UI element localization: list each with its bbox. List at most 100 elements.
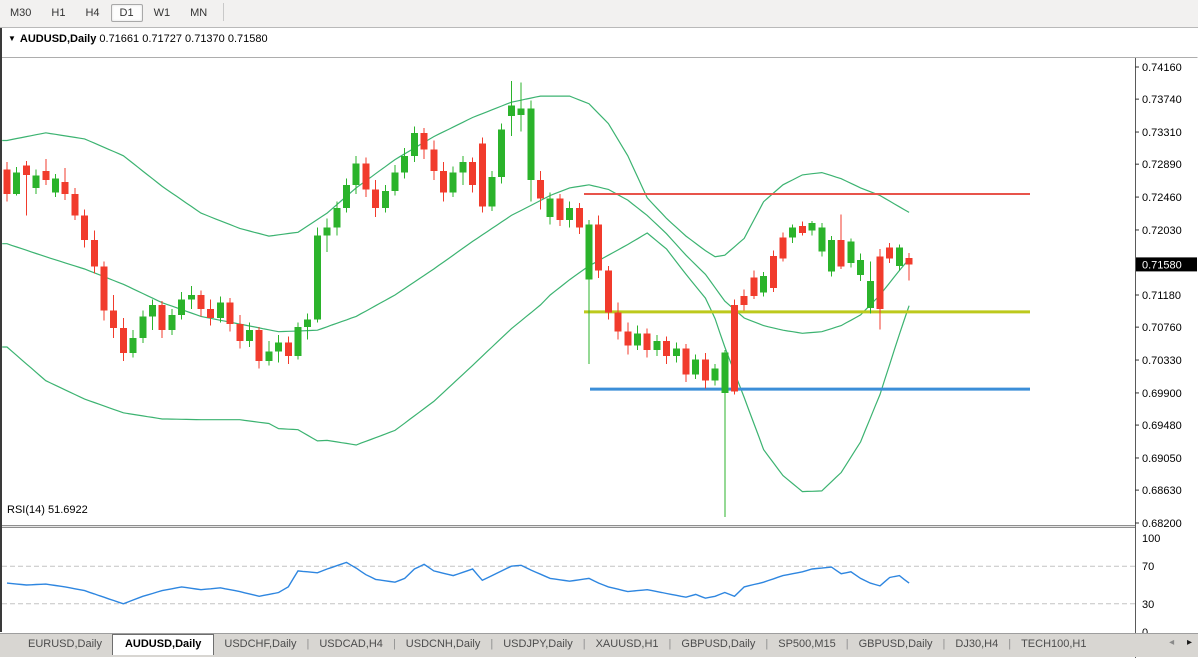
candle-body-up xyxy=(566,208,573,220)
price-axis-label: 0.70330 xyxy=(1142,355,1182,367)
candle-body-up xyxy=(314,235,321,319)
candle-body-down xyxy=(440,171,447,192)
candle-body-down xyxy=(207,309,214,318)
candle-body-down xyxy=(62,182,69,194)
tab-gbpusd-9[interactable]: GBPUSD,Daily xyxy=(849,634,943,653)
candle-body-down xyxy=(663,341,670,356)
candle-body-down xyxy=(838,240,845,267)
candle-body-up xyxy=(721,352,728,393)
candle-body-down xyxy=(537,180,544,198)
candle-body-up xyxy=(518,108,525,115)
candle-body-down xyxy=(576,208,583,228)
timeframe-button-w1[interactable]: W1 xyxy=(145,4,180,22)
timeframe-button-h1[interactable]: H1 xyxy=(42,4,74,22)
price-axis-labels: 0.741600.737400.733100.728900.724600.720… xyxy=(1135,62,1182,530)
timeframe-button-d1[interactable]: D1 xyxy=(111,4,143,22)
tab-xauusd-6[interactable]: XAUUSD,H1 xyxy=(586,634,669,653)
rsi-axis-label: 70 xyxy=(1142,561,1154,573)
rsi-axis-label: 100 xyxy=(1142,533,1160,545)
candle-body-up xyxy=(547,199,554,217)
candle-body-down xyxy=(556,199,563,220)
tab-usdjpy-5[interactable]: USDJPY,Daily xyxy=(493,634,583,653)
candle-body-up xyxy=(896,248,903,266)
tab-dj30-10[interactable]: DJ30,H4 xyxy=(945,634,1008,653)
candle-body-down xyxy=(91,240,98,267)
candle-body-up xyxy=(130,338,137,353)
tab-scroll-left-icon[interactable]: ◂ xyxy=(1169,637,1174,648)
candle-body-down xyxy=(23,166,30,175)
candle-body-up xyxy=(586,225,593,280)
candle-body-down xyxy=(683,349,690,375)
candle-body-down xyxy=(256,330,263,361)
candle-body-up xyxy=(527,108,534,180)
candle-body-up xyxy=(149,305,156,316)
candle-body-down xyxy=(605,271,612,313)
price-axis-label: 0.69480 xyxy=(1142,420,1182,432)
candle-body-up xyxy=(692,359,699,374)
candle-body-up xyxy=(392,173,399,191)
candle-body-down xyxy=(120,328,127,353)
candle-body-up xyxy=(508,105,515,116)
candle-body-up xyxy=(13,173,20,194)
candle-body-up xyxy=(304,319,311,327)
chart-symbol-label: AUDUSD,Daily xyxy=(20,33,96,45)
candle-body-down xyxy=(731,305,738,391)
candle-body-up xyxy=(275,342,282,351)
candle-body-up xyxy=(809,223,816,231)
tab-tech100-11[interactable]: TECH100,H1 xyxy=(1011,634,1096,653)
price-axis-label: 0.68200 xyxy=(1142,518,1182,530)
candle-body-up xyxy=(52,179,59,193)
candle-body-up xyxy=(33,176,40,188)
chart-canvas[interactable]: 0.741600.737400.733100.728900.724600.720… xyxy=(0,56,1198,661)
tab-usdcad-3[interactable]: USDCAD,H4 xyxy=(309,634,393,653)
price-axis-label: 0.71180 xyxy=(1142,290,1181,302)
candle-body-up xyxy=(818,228,825,252)
candle-body-up xyxy=(401,156,408,173)
timeframe-toolbar: M30H1H4D1W1MN xyxy=(0,0,1198,28)
candle-body-up xyxy=(295,327,302,356)
tab-usdchf-2[interactable]: USDCHF,Daily xyxy=(214,634,306,653)
candle-body-down xyxy=(71,194,78,215)
timeframe-button-h4[interactable]: H4 xyxy=(76,4,108,22)
candle-body-up xyxy=(867,281,874,308)
candle-body-up xyxy=(168,315,175,330)
rsi-line xyxy=(7,562,909,603)
candle-body-down xyxy=(372,189,379,207)
candle-body-down xyxy=(799,226,806,233)
toolbar-separator xyxy=(223,3,224,21)
candle-body-down xyxy=(780,238,787,259)
rsi-current-value: 51.6922 xyxy=(48,504,88,516)
candle-body-up xyxy=(411,133,418,156)
price-axis-label: 0.73310 xyxy=(1142,127,1182,139)
price-axis-label: 0.74160 xyxy=(1142,62,1182,74)
chart-ohlc-values: 0.71661 0.71727 0.71370 0.71580 xyxy=(99,33,267,45)
candle-body-up xyxy=(673,349,680,357)
rsi-panel: 10070300 xyxy=(2,533,1160,639)
rsi-name: RSI(14) xyxy=(7,504,45,516)
candle-body-down xyxy=(110,310,117,328)
chart-window[interactable]: 0.741600.737400.733100.728900.724600.720… xyxy=(0,28,1198,633)
tab-audusd-1[interactable]: AUDUSD,Daily xyxy=(112,634,214,655)
tab-sp500-8[interactable]: SP500,M15 xyxy=(768,634,845,653)
chart-title: ▼ AUDUSD,Daily 0.71661 0.71727 0.71370 0.… xyxy=(8,33,268,45)
price-axis-label: 0.73740 xyxy=(1142,94,1182,106)
tab-gbpusd-7[interactable]: GBPUSD,Daily xyxy=(671,634,765,653)
chart-dropdown-icon[interactable]: ▼ xyxy=(8,34,16,43)
candle-body-up xyxy=(857,260,864,275)
price-axis-label: 0.72890 xyxy=(1142,159,1182,171)
price-axis-label: 0.68630 xyxy=(1142,485,1182,497)
timeframe-button-mn[interactable]: MN xyxy=(181,4,216,22)
candle-body-up xyxy=(139,316,146,337)
price-axis-label: 0.69050 xyxy=(1142,453,1182,465)
candle-body-down xyxy=(702,359,709,380)
candle-body-down xyxy=(877,257,884,309)
candle-body-down xyxy=(469,162,476,185)
tab-usdcnh-4[interactable]: USDCNH,Daily xyxy=(396,634,491,653)
candle-body-up xyxy=(353,163,360,184)
candle-body-down xyxy=(159,305,166,330)
candle-body-down xyxy=(615,313,622,332)
current-price-tag-text: 0.71580 xyxy=(1142,259,1182,271)
tab-scroll-right-icon[interactable]: ▸ xyxy=(1187,637,1192,648)
tab-eurusd-0[interactable]: EURUSD,Daily xyxy=(18,634,112,653)
timeframe-button-m30[interactable]: M30 xyxy=(1,4,40,22)
